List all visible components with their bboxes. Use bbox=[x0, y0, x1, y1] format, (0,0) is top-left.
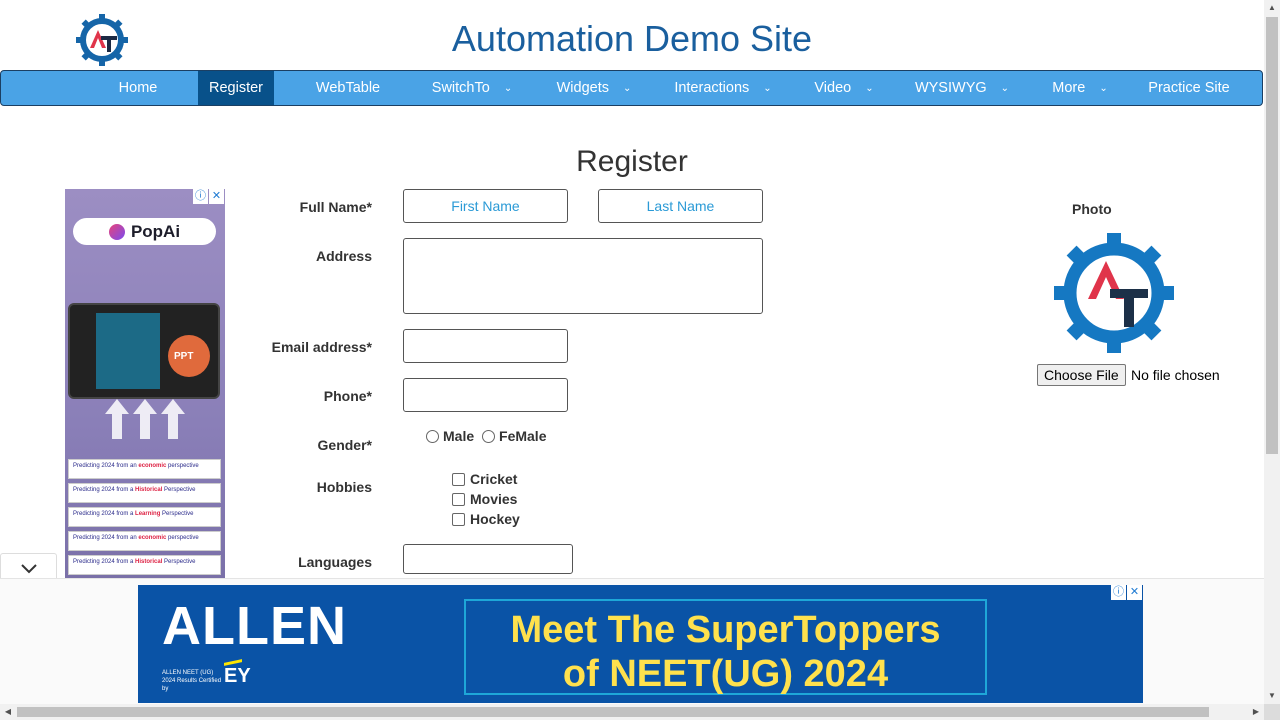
movies-label: Movies bbox=[470, 491, 518, 507]
popai-brand: PopAi bbox=[130, 222, 181, 241]
gender-label: Gender* bbox=[317, 437, 372, 453]
ad-strip: Predicting 2024 from a Learning Perspect… bbox=[68, 507, 221, 527]
scrollbar-corner bbox=[1264, 704, 1280, 720]
ad-info-icon[interactable]: ⓘ bbox=[193, 189, 208, 204]
ey-logo: EY bbox=[224, 665, 251, 687]
popai-logo-icon bbox=[108, 224, 125, 240]
nav-more[interactable]: More ⌄ bbox=[1037, 71, 1123, 105]
hobby-hockey: Hockey bbox=[452, 511, 520, 527]
nav-switchto[interactable]: SwitchTo ⌄ bbox=[419, 71, 525, 105]
nav-label: WYSIWYG bbox=[914, 80, 987, 96]
chevron-down-icon: ⌄ bbox=[623, 83, 632, 94]
horizontal-scrollbar[interactable]: ◀ ▶ bbox=[0, 704, 1264, 720]
ad-strip: Predicting 2024 from an economic perspec… bbox=[68, 531, 221, 551]
ad-strip: Predicting 2024 from a Historical Perspe… bbox=[68, 483, 221, 503]
left-ad-banner[interactable]: ⓘ ✕ PopAi PPT Predicting 2024 from an ec… bbox=[65, 189, 225, 580]
ppt-label: PPT bbox=[174, 351, 194, 362]
chevron-down-icon: ⌄ bbox=[503, 83, 513, 94]
upload-arrows-icon bbox=[105, 399, 185, 439]
nav-label: Widgets bbox=[556, 80, 609, 96]
ad-headline-line1: Meet The SuperToppers bbox=[510, 609, 941, 651]
scroll-down-icon[interactable]: ▼ bbox=[1264, 688, 1280, 704]
male-radio[interactable] bbox=[426, 430, 439, 443]
hockey-checkbox[interactable] bbox=[452, 513, 465, 526]
languages-input[interactable] bbox=[403, 544, 573, 574]
ad-strip: Predicting 2024 from an economic perspec… bbox=[68, 459, 221, 479]
chevron-down-icon: ⌄ bbox=[865, 83, 874, 94]
phone-input[interactable] bbox=[403, 378, 568, 412]
nav-register[interactable]: Register bbox=[198, 71, 274, 105]
ad-headline-box: Meet The SuperToppers of NEET(UG) 2024 bbox=[464, 599, 987, 695]
nav-webtable[interactable]: WebTable bbox=[301, 71, 395, 105]
nav-label: More bbox=[1052, 80, 1086, 96]
nav-widgets[interactable]: Widgets ⌄ bbox=[544, 71, 644, 105]
horizontal-scroll-thumb[interactable] bbox=[17, 707, 1209, 717]
female-label: FeMale bbox=[499, 428, 547, 444]
nav-label: Video bbox=[814, 80, 852, 96]
file-status-text: No file chosen bbox=[1131, 367, 1220, 383]
hobbies-label: Hobbies bbox=[316, 479, 372, 495]
ad-info-icon[interactable]: ⓘ bbox=[1111, 585, 1126, 600]
first-name-input[interactable] bbox=[403, 189, 568, 223]
nav-label: Practice Site bbox=[1148, 80, 1230, 96]
hobby-cricket: Cricket bbox=[452, 471, 517, 487]
hobby-movies: Movies bbox=[452, 491, 517, 507]
chevron-down-icon bbox=[20, 564, 37, 574]
cricket-label: Cricket bbox=[470, 471, 518, 487]
cricket-checkbox[interactable] bbox=[452, 473, 465, 486]
page-title: Register bbox=[576, 145, 688, 178]
ad-collapse-tab[interactable] bbox=[0, 553, 57, 581]
allen-logo: ALLEN bbox=[162, 596, 347, 656]
nav-practice-site[interactable]: Practice Site bbox=[1139, 71, 1239, 105]
female-radio[interactable] bbox=[482, 430, 496, 443]
chevron-down-icon: ⌄ bbox=[763, 83, 772, 94]
scroll-left-icon[interactable]: ◀ bbox=[0, 704, 16, 720]
address-textarea[interactable] bbox=[403, 238, 763, 314]
nav-label: Interactions bbox=[674, 80, 750, 96]
vertical-scrollbar[interactable]: ▲ ▼ bbox=[1264, 0, 1280, 704]
ad-strip: Predicting 2024 from a Historical Perspe… bbox=[68, 555, 221, 575]
full-name-label: Full Name* bbox=[299, 199, 372, 215]
chevron-down-icon: ⌄ bbox=[1000, 83, 1010, 94]
last-name-input[interactable] bbox=[598, 189, 763, 223]
bottom-ad-banner[interactable]: ALLEN EY ALLEN NEET (UG) 2024 Results Ce… bbox=[138, 585, 1143, 703]
photo-label: Photo bbox=[1072, 201, 1112, 217]
nav-label: Home bbox=[118, 80, 158, 96]
nav-home[interactable]: Home bbox=[101, 71, 175, 105]
languages-label: Languages bbox=[298, 554, 372, 570]
male-label: Male bbox=[443, 428, 475, 444]
gender-radio-group: Male FeMale bbox=[426, 428, 546, 444]
nav-wysiwyg[interactable]: WYSIWYG ⌄ bbox=[901, 71, 1023, 105]
choose-file-button[interactable]: Choose File bbox=[1037, 364, 1126, 386]
main-navbar: Home Register WebTable SwitchTo ⌄ Widgets… bbox=[0, 70, 1263, 106]
phone-label: Phone* bbox=[323, 388, 372, 404]
nav-video[interactable]: Video ⌄ bbox=[801, 71, 887, 105]
hockey-label: Hockey bbox=[470, 511, 520, 527]
nav-interactions[interactable]: Interactions ⌄ bbox=[661, 71, 785, 105]
laptop-screen bbox=[96, 313, 160, 389]
allen-subtext: ALLEN NEET (UG) 2024 Results Certified b… bbox=[162, 670, 222, 692]
nav-label: WebTable bbox=[315, 80, 381, 96]
chevron-down-icon: ⌄ bbox=[1099, 83, 1108, 94]
ad-headline-line2: of NEET(UG) 2024 bbox=[562, 653, 889, 695]
nav-label: Register bbox=[209, 80, 263, 96]
vertical-scroll-thumb[interactable] bbox=[1266, 17, 1278, 454]
email-label: Email address* bbox=[271, 339, 372, 355]
address-label: Address bbox=[315, 248, 372, 264]
scroll-right-icon[interactable]: ▶ bbox=[1248, 704, 1264, 720]
laptop-illustration: PPT bbox=[68, 303, 220, 399]
ad-close-icon[interactable]: ✕ bbox=[1127, 585, 1142, 600]
photo-preview-icon bbox=[1054, 233, 1174, 353]
email-input[interactable] bbox=[403, 329, 568, 363]
movies-checkbox[interactable] bbox=[452, 493, 465, 506]
popai-logo: PopAi bbox=[73, 218, 216, 245]
scroll-up-icon[interactable]: ▲ bbox=[1264, 0, 1280, 16]
site-title: Automation Demo Site bbox=[451, 18, 813, 59]
nav-label: SwitchTo bbox=[431, 80, 490, 96]
